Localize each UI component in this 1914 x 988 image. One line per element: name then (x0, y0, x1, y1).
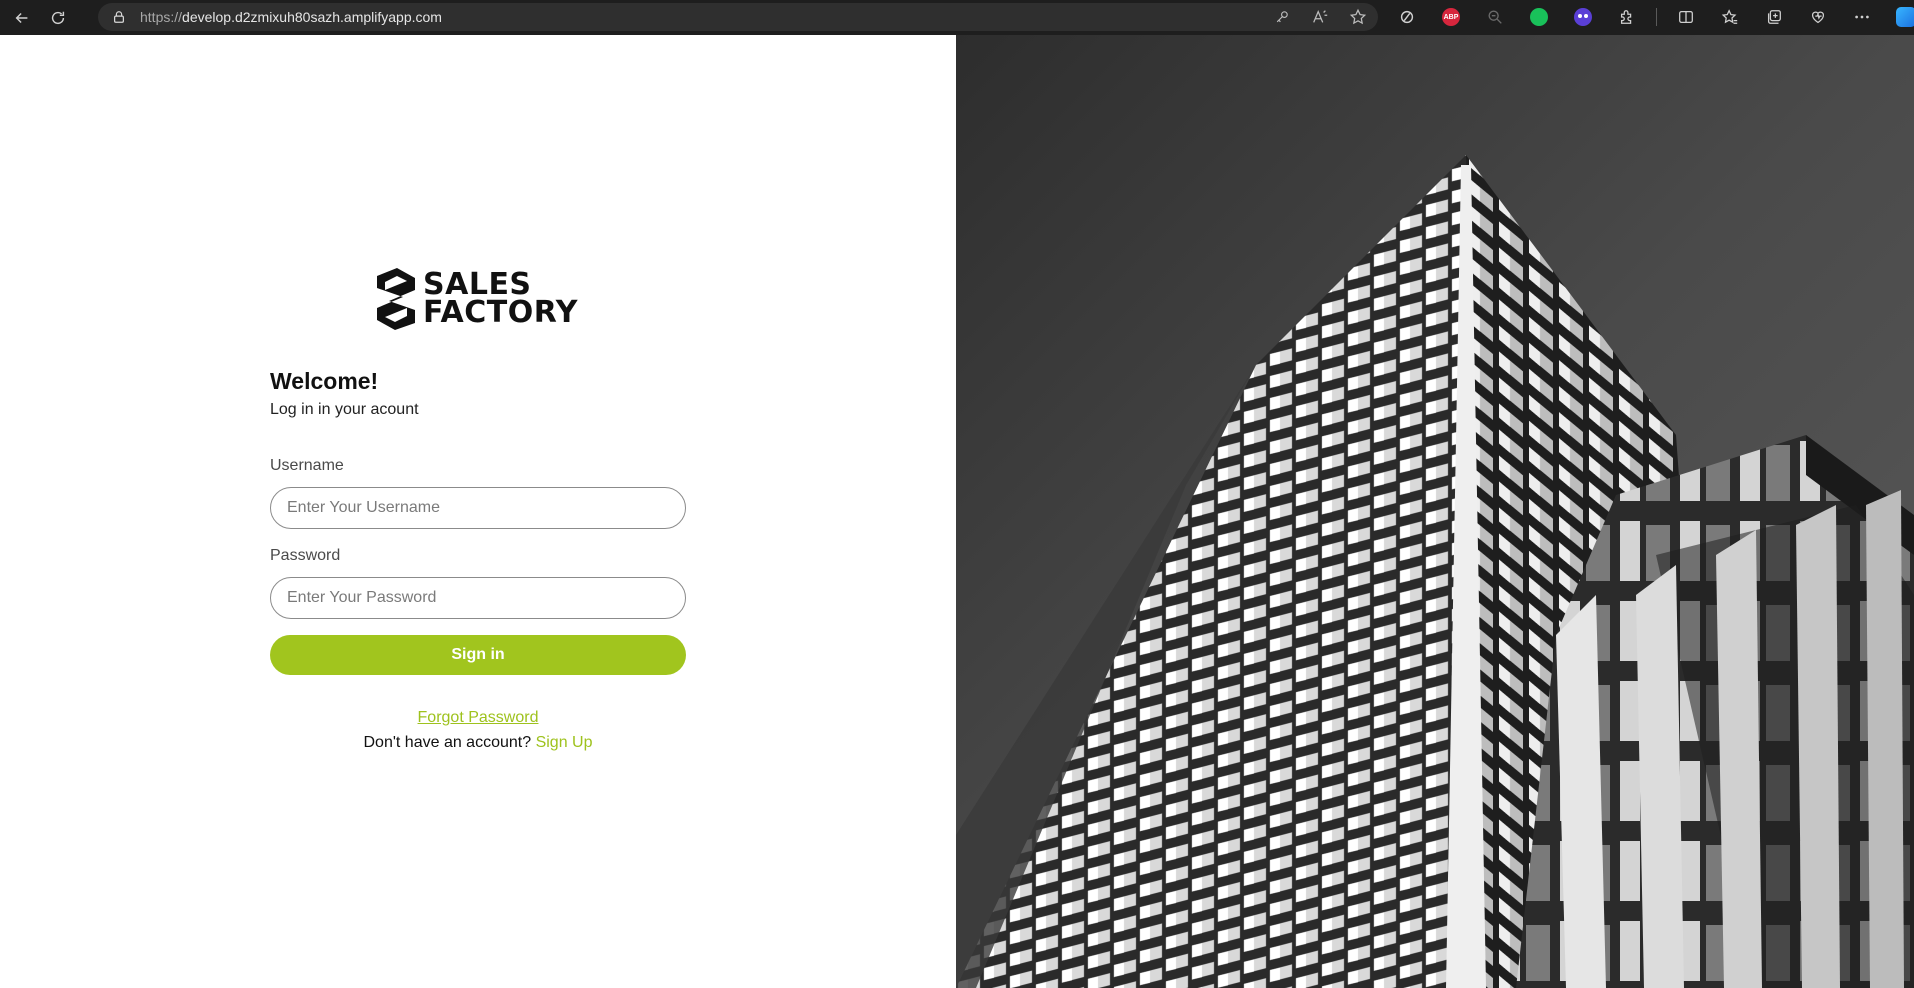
back-icon[interactable] (6, 4, 38, 32)
sign-in-button[interactable]: Sign in (270, 635, 686, 675)
favorite-star-icon[interactable] (1348, 7, 1368, 27)
password-input[interactable] (270, 577, 686, 619)
browser-essentials-icon[interactable] (1803, 3, 1833, 31)
more-menu-icon[interactable] (1847, 3, 1877, 31)
lock-icon[interactable] (112, 9, 128, 25)
extension-icon[interactable] (1392, 3, 1422, 31)
toolbar-divider (1656, 8, 1657, 26)
username-label: Username (270, 457, 344, 474)
read-aloud-icon[interactable] (1310, 7, 1330, 27)
sales-factory-logo-mark (377, 268, 415, 330)
reload-icon[interactable] (42, 4, 74, 32)
extensions-puzzle-icon[interactable] (1612, 3, 1642, 31)
building-photo (956, 35, 1914, 988)
username-input[interactable] (270, 487, 686, 529)
favorites-icon[interactable] (1715, 3, 1745, 31)
login-panel: SALES FACTORY Welcome! Log in in your ac… (0, 35, 956, 988)
browser-toolbar: https://develop.d2zmixuh80sazh.amplifyap… (0, 0, 1914, 35)
copilot-icon[interactable] (1891, 3, 1914, 31)
welcome-heading: Welcome! (270, 368, 379, 394)
signup-prompt: Don't have an account? Sign Up (270, 734, 686, 752)
url-text[interactable]: https://develop.d2zmixuh80sazh.amplifyap… (140, 9, 442, 25)
collections-icon[interactable] (1759, 3, 1789, 31)
sign-up-link[interactable]: Sign Up (536, 734, 593, 751)
page: SALES FACTORY Welcome! Log in in your ac… (0, 35, 1914, 988)
adblock-icon[interactable]: ABP (1436, 3, 1466, 31)
key-icon[interactable] (1272, 7, 1292, 27)
hero-image-panel (956, 35, 1914, 988)
split-screen-icon[interactable] (1671, 3, 1701, 31)
sales-factory-logo: SALES FACTORY (377, 266, 579, 332)
forgot-password-link[interactable]: Forgot Password (270, 709, 686, 727)
no-account-text: Don't have an account? (363, 734, 532, 751)
password-label: Password (270, 547, 341, 564)
green-extension-icon[interactable] (1524, 3, 1554, 31)
login-subtitle: Log in in your acount (270, 401, 419, 418)
logo-wordmark: SALES FACTORY (423, 267, 578, 330)
purple-extension-icon[interactable] (1568, 3, 1598, 31)
zoom-icon[interactable] (1480, 3, 1510, 31)
address-bar[interactable]: https://develop.d2zmixuh80sazh.amplifyap… (98, 3, 1378, 31)
